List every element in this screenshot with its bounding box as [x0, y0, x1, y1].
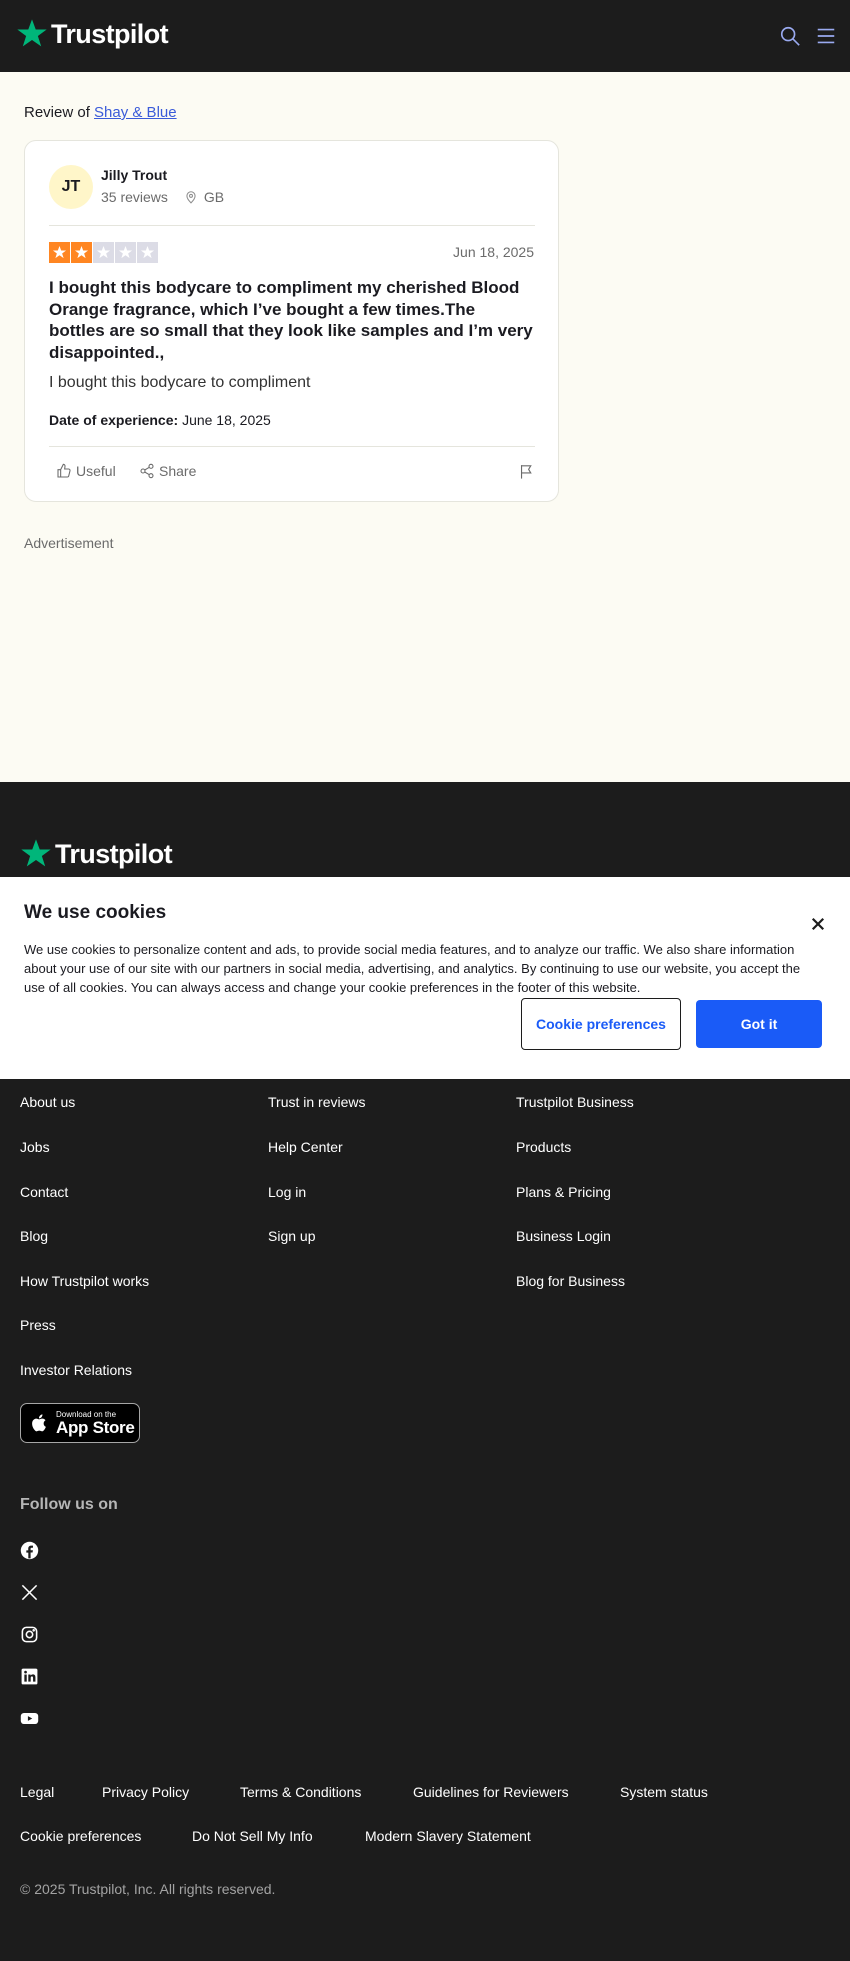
footer-link-legal[interactable]: Legal [20, 1784, 54, 1800]
star-empty-icon [137, 242, 158, 263]
flag-icon[interactable] [518, 463, 535, 480]
share-button[interactable]: Share [139, 463, 196, 479]
logo-wordmark: Trustpilot [51, 18, 169, 49]
star-filled-icon [71, 242, 92, 263]
footer-link-do-not-sell[interactable]: Do Not Sell My Info [192, 1828, 313, 1844]
footer-link-trust-in-reviews[interactable]: Trust in reviews [268, 1094, 366, 1110]
share-icon [140, 463, 154, 479]
app-store-line2: App Store [56, 1417, 135, 1437]
reviewer-meta: 35 reviews GB [101, 189, 224, 205]
business-link[interactable]: Shay & Blue [94, 104, 177, 121]
footer-link-sign-up[interactable]: Sign up [268, 1228, 315, 1244]
useful-button[interactable]: Useful [56, 463, 116, 479]
review-of-line: Review of Shay & Blue [24, 104, 177, 121]
footer-link-jobs[interactable]: Jobs [20, 1139, 50, 1155]
cookie-banner: We use cookies We use cookies to persona… [0, 877, 850, 1079]
footer-link-blog[interactable]: Blog [20, 1228, 48, 1244]
advertisement-label: Advertisement [24, 535, 114, 551]
footer-link-privacy-policy[interactable]: Privacy Policy [102, 1784, 189, 1800]
reviewer-review-count: 35 reviews [101, 189, 168, 205]
x-icon[interactable] [20, 1583, 39, 1602]
footer-link-business-login[interactable]: Business Login [516, 1228, 611, 1244]
cookie-text: We use cookies to personalize content an… [24, 942, 801, 995]
reviewer-name[interactable]: Jilly Trout [101, 167, 167, 183]
footer-link-about-us[interactable]: About us [20, 1094, 75, 1110]
reviewer-country: GB [203, 189, 225, 205]
footer-link-modern-slavery-statement[interactable]: Modern Slavery Statement [365, 1828, 531, 1844]
avatar[interactable]: JT [49, 165, 93, 209]
instagram-icon[interactable] [20, 1625, 39, 1644]
date-of-experience: Date of experience: June 18, 2025 [49, 412, 271, 428]
follow-us-label: Follow us on [20, 1496, 118, 1513]
footer-link-terms-conditions[interactable]: Terms & Conditions [240, 1784, 361, 1800]
useful-label: Useful [76, 463, 116, 479]
footer-link-products[interactable]: Products [516, 1139, 571, 1155]
review-body: I bought this bodycare to compliment [49, 374, 311, 391]
footer-link-plans-pricing[interactable]: Plans & Pricing [516, 1184, 611, 1200]
app-store-badge[interactable]: Download on the App Store [20, 1403, 140, 1443]
share-label: Share [159, 463, 197, 479]
location-pin-icon [186, 191, 196, 204]
trustpilot-star-icon [17, 19, 47, 47]
logo-wordmark: Trustpilot [55, 838, 173, 869]
star-filled-icon [49, 242, 70, 263]
app-store-text: Download on the App Store [56, 1410, 135, 1437]
review-card: JT Jilly Trout 35 reviews GB Jun 18, 202… [24, 140, 559, 502]
star-empty-icon [93, 242, 114, 263]
footer-link-blog-for-business[interactable]: Blog for Business [516, 1273, 625, 1289]
search-icon[interactable] [779, 25, 801, 47]
close-icon[interactable] [809, 915, 827, 933]
footer-link-system-status[interactable]: System status [620, 1784, 708, 1800]
review-of-prefix: Review of [24, 104, 90, 121]
footer-link-cookie-preferences[interactable]: Cookie preferences [20, 1828, 141, 1844]
footer-link-press[interactable]: Press [20, 1317, 56, 1333]
review-title: I bought this bodycare to compliment my … [49, 278, 533, 362]
footer-link-help-center[interactable]: Help Center [268, 1139, 343, 1155]
menu-icon[interactable] [815, 25, 837, 47]
site-header: Trustpilot [0, 0, 850, 72]
cookie-title: We use cookies [24, 902, 167, 923]
star-empty-icon [115, 242, 136, 263]
facebook-icon[interactable] [20, 1541, 39, 1560]
cookie-preferences-button[interactable]: Cookie preferences [521, 998, 681, 1050]
apple-icon [32, 1414, 46, 1432]
review-date: Jun 18, 2025 [453, 244, 534, 260]
footer-logo[interactable]: Trustpilot [20, 838, 173, 870]
trustpilot-logo[interactable]: Trustpilot [16, 18, 169, 50]
footer-link-trustpilot-business[interactable]: Trustpilot Business [516, 1094, 634, 1110]
footer-link-contact[interactable]: Contact [20, 1184, 68, 1200]
experience-label: Date of experience: [49, 412, 179, 428]
footer-link-how-trustpilot-works[interactable]: How Trustpilot works [20, 1273, 149, 1289]
card-divider-top [49, 225, 535, 226]
thumbs-up-icon [57, 463, 71, 478]
linkedin-icon[interactable] [20, 1667, 39, 1686]
footer-link-guidelines-for-reviewers[interactable]: Guidelines for Reviewers [413, 1784, 569, 1800]
copyright: © 2025 Trustpilot, Inc. All rights reser… [20, 1881, 276, 1897]
experience-date: June 18, 2025 [182, 412, 271, 428]
footer-link-log-in[interactable]: Log in [268, 1184, 306, 1200]
card-divider-bottom [49, 446, 535, 447]
got-it-button[interactable]: Got it [696, 1000, 822, 1048]
trustpilot-star-icon [21, 839, 51, 867]
footer-link-investor-relations[interactable]: Investor Relations [20, 1362, 132, 1378]
youtube-icon[interactable] [20, 1709, 39, 1728]
star-rating [49, 242, 158, 263]
